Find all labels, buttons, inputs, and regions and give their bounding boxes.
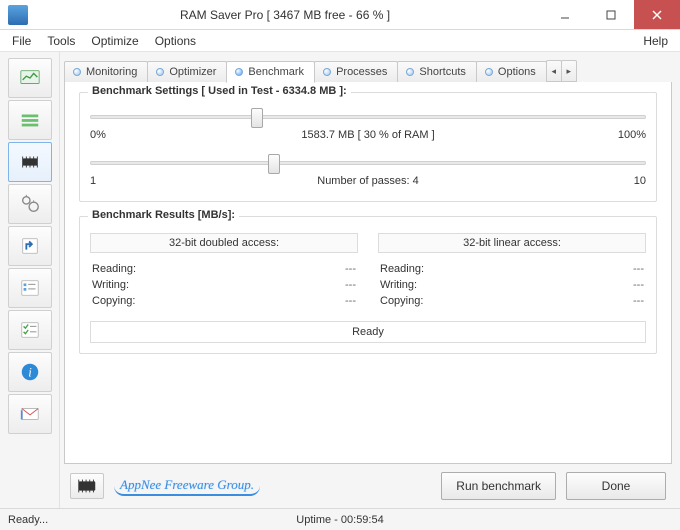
slider2-min: 1: [90, 175, 96, 187]
tab-dot-icon: [235, 68, 243, 76]
tab-options[interactable]: Options: [476, 61, 547, 82]
tab-label: Benchmark: [248, 66, 304, 78]
tab-label: Shortcuts: [419, 66, 465, 78]
tab-benchmark[interactable]: Benchmark: [226, 61, 315, 83]
slider1-max: 100%: [618, 129, 646, 141]
tab-processes[interactable]: Processes: [314, 61, 398, 82]
window-title: RAM Saver Pro [ 3467 MB free - 66 % ]: [28, 8, 542, 22]
tab-scroll-right[interactable]: ▸: [561, 60, 577, 82]
row-label: Writing:: [380, 279, 417, 291]
svg-text:i: i: [28, 366, 32, 380]
menu-tools[interactable]: Tools: [39, 32, 83, 50]
tab-scroll-left[interactable]: ◂: [546, 60, 562, 82]
tab-dot-icon: [406, 68, 414, 76]
tab-bar: Monitoring Optimizer Benchmark Processes…: [64, 56, 672, 82]
row-value: ---: [345, 295, 356, 307]
row-value: ---: [633, 279, 644, 291]
tab-label: Optimizer: [169, 66, 216, 78]
tab-optimizer[interactable]: Optimizer: [147, 61, 227, 82]
status-uptime: Uptime - 00:59:54: [296, 514, 383, 526]
benchmark-settings-group: Benchmark Settings [ Used in Test - 6334…: [79, 92, 657, 202]
chip-icon: [70, 473, 104, 499]
benchmark-status: Ready: [90, 321, 646, 343]
done-button[interactable]: Done: [566, 472, 666, 500]
col1-header: 32-bit doubled access:: [90, 233, 358, 253]
sidebar-optimizer[interactable]: [8, 100, 52, 140]
row-value: ---: [345, 279, 356, 291]
col2-header: 32-bit linear access:: [378, 233, 646, 253]
sidebar-benchmark[interactable]: [8, 142, 52, 182]
slider-thumb-icon[interactable]: [268, 154, 280, 174]
sidebar: i: [0, 52, 60, 508]
bottom-actions: AppNee Freeware Group. Run benchmark Don…: [64, 464, 672, 508]
sidebar-tasks-2[interactable]: [8, 310, 52, 350]
row-label: Copying:: [92, 295, 135, 307]
tab-label: Monitoring: [86, 66, 137, 78]
benchmark-settings-title: Benchmark Settings [ Used in Test - 6334…: [88, 85, 351, 97]
status-left: Ready...: [8, 514, 48, 526]
row-value: ---: [633, 295, 644, 307]
menu-optimize[interactable]: Optimize: [83, 32, 146, 50]
menu-file[interactable]: File: [4, 32, 39, 50]
row-label: Reading:: [92, 263, 136, 275]
app-icon: [8, 5, 28, 25]
tab-label: Processes: [336, 66, 387, 78]
watermark-text: AppNee Freeware Group.: [114, 477, 260, 496]
benchmark-results-title: Benchmark Results [MB/s]:: [88, 209, 239, 221]
tab-dot-icon: [73, 68, 81, 76]
sidebar-info[interactable]: i: [8, 352, 52, 392]
tab-content: Benchmark Settings [ Used in Test - 6334…: [64, 82, 672, 464]
tab-dot-icon: [485, 68, 493, 76]
tab-monitoring[interactable]: Monitoring: [64, 61, 148, 82]
slider1-min: 0%: [90, 129, 106, 141]
slider2-max: 10: [634, 175, 646, 187]
sidebar-tasks-1[interactable]: [8, 268, 52, 308]
title-bar: RAM Saver Pro [ 3467 MB free - 66 % ]: [0, 0, 680, 30]
sidebar-monitoring[interactable]: [8, 58, 52, 98]
sidebar-processes[interactable]: [8, 184, 52, 224]
slider2-value: Number of passes: 4: [317, 175, 419, 187]
sidebar-shortcuts[interactable]: [8, 226, 52, 266]
tab-label: Options: [498, 66, 536, 78]
close-button[interactable]: [634, 0, 680, 29]
passes-slider[interactable]: [90, 161, 646, 165]
status-bar: Ready... Uptime - 00:59:54: [0, 508, 680, 530]
tab-dot-icon: [156, 68, 164, 76]
sidebar-mail[interactable]: [8, 394, 52, 434]
menu-options[interactable]: Options: [147, 32, 204, 50]
slider-thumb-icon[interactable]: [251, 108, 263, 128]
row-label: Copying:: [380, 295, 423, 307]
row-value: ---: [633, 263, 644, 275]
run-benchmark-button[interactable]: Run benchmark: [441, 472, 556, 500]
row-value: ---: [345, 263, 356, 275]
ram-amount-slider[interactable]: [90, 115, 646, 119]
row-label: Reading:: [380, 263, 424, 275]
menu-help[interactable]: Help: [635, 32, 676, 50]
slider1-value: 1583.7 MB [ 30 % of RAM ]: [301, 129, 434, 141]
benchmark-results-group: Benchmark Results [MB/s]: 32-bit doubled…: [79, 216, 657, 354]
row-label: Writing:: [92, 279, 129, 291]
tab-dot-icon: [323, 68, 331, 76]
maximize-button[interactable]: [588, 0, 634, 29]
menu-bar: File Tools Optimize Options Help: [0, 30, 680, 52]
minimize-button[interactable]: [542, 0, 588, 29]
tab-shortcuts[interactable]: Shortcuts: [397, 61, 476, 82]
